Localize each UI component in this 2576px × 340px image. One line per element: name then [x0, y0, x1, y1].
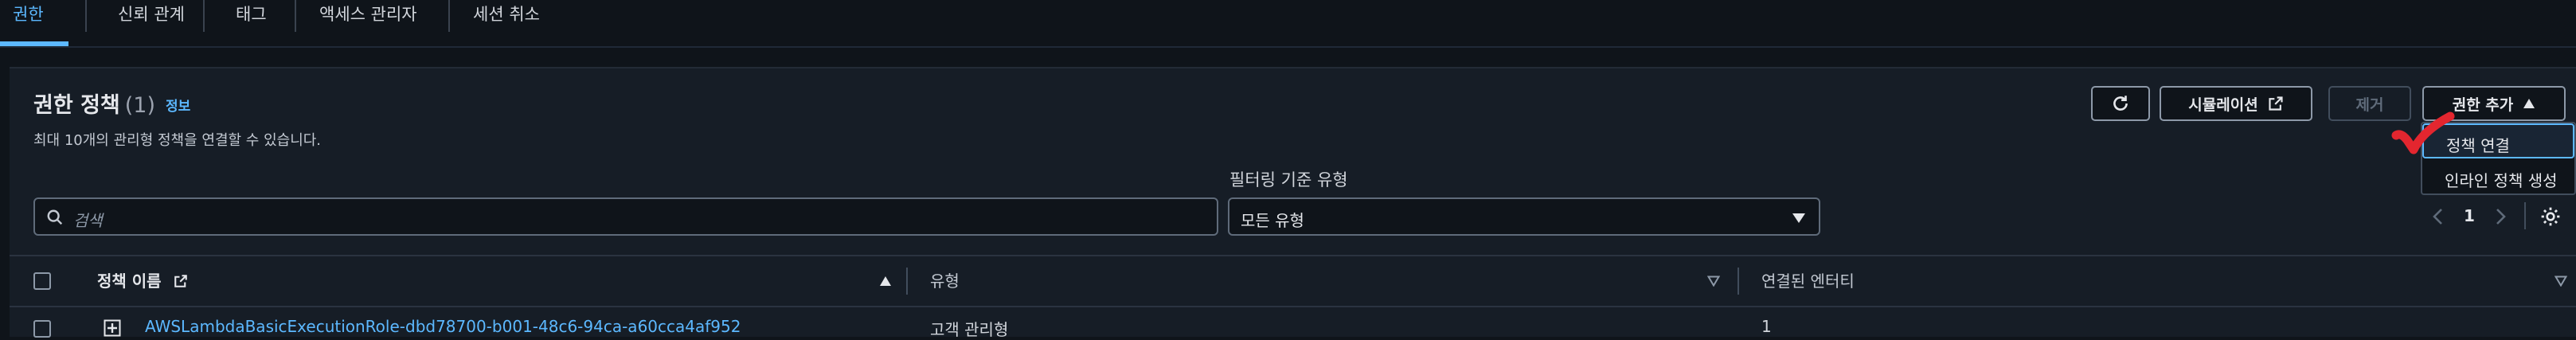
search-input[interactable]: 검색	[33, 197, 1218, 236]
table-header: 정책 이름 유형 연결된 엔터티	[10, 255, 2576, 307]
page-title: 권한 정책 (1)	[33, 88, 155, 119]
chevron-left-icon[interactable]	[2432, 208, 2443, 225]
tab-access-advisor[interactable]: 액세스 관리자	[319, 2, 417, 33]
search-icon	[47, 209, 63, 225]
add-permissions-label: 권한 추가	[2452, 96, 2514, 114]
column-divider	[1738, 268, 1739, 295]
column-header-attached-entities[interactable]: 연결된 엔터티	[1761, 268, 1855, 291]
title-text: 권한 정책	[33, 93, 120, 118]
simulation-label: 시뮬레이션	[2188, 96, 2258, 114]
tab-bar: 권한 신뢰 관계 태그 액세스 관리자 세션 취소	[0, 0, 2576, 48]
search-placeholder: 검색	[73, 211, 103, 230]
filter-type-label: 필터링 기준 유형	[1229, 170, 1348, 190]
menu-item-create-inline-policy[interactable]: 인라인 정책 생성	[2422, 160, 2574, 193]
tab-divider	[203, 0, 205, 32]
active-tab-indicator	[0, 41, 68, 46]
column-divider	[906, 268, 908, 295]
sort-icon[interactable]	[2555, 276, 2567, 287]
external-link-icon	[2269, 96, 2283, 111]
pager-divider	[2524, 202, 2526, 229]
policy-type-cell: 고객 관리형	[930, 320, 1009, 339]
expand-icon[interactable]	[104, 319, 121, 337]
check-mark-icon	[2391, 111, 2455, 154]
current-page[interactable]: 1	[2464, 206, 2475, 225]
tab-divider	[85, 0, 87, 32]
refresh-icon	[2113, 96, 2128, 111]
menu-item-label: 정책 연결	[2446, 136, 2510, 155]
column-header-type[interactable]: 유형	[930, 268, 960, 291]
tab-tags[interactable]: 태그	[236, 2, 267, 33]
external-link-icon	[174, 275, 187, 287]
simulation-button[interactable]: 시뮬레이션	[2160, 86, 2312, 121]
sort-icon[interactable]	[1707, 276, 1720, 287]
tab-revoke-sessions[interactable]: 세션 취소	[473, 2, 540, 33]
info-link[interactable]: 정보	[166, 95, 190, 115]
chevron-right-icon[interactable]	[2496, 208, 2507, 225]
tab-divider	[448, 0, 450, 32]
caret-up-icon	[2523, 99, 2535, 108]
panel-description: 최대 10개의 관리형 정책을 연결할 수 있습니다.	[33, 132, 322, 149]
tab-trust-relationships[interactable]: 신뢰 관계	[118, 2, 185, 33]
policy-name-link[interactable]: AWSLambdaBasicExecutionRole-dbd78700-b00…	[145, 317, 741, 336]
column-header-label: 정책 이름	[97, 272, 162, 291]
column-header-policy-name[interactable]: 정책 이름	[97, 268, 188, 291]
sort-ascending-icon[interactable]	[879, 276, 892, 287]
tab-divider	[295, 0, 296, 32]
policy-count: (1)	[124, 93, 156, 118]
type-filter-value: 모든 유형	[1241, 211, 1304, 230]
gear-icon[interactable]	[2540, 206, 2561, 227]
type-filter-select[interactable]: 모든 유형	[1228, 197, 1820, 236]
refresh-button[interactable]	[2091, 86, 2150, 121]
tab-permissions[interactable]: 권한	[13, 2, 44, 33]
remove-label: 제거	[2355, 96, 2384, 114]
select-all-checkbox[interactable]	[33, 272, 51, 290]
attached-entities-cell: 1	[1761, 317, 1772, 336]
menu-item-label: 인라인 정책 생성	[2445, 171, 2558, 190]
caret-down-icon	[1792, 213, 1805, 223]
